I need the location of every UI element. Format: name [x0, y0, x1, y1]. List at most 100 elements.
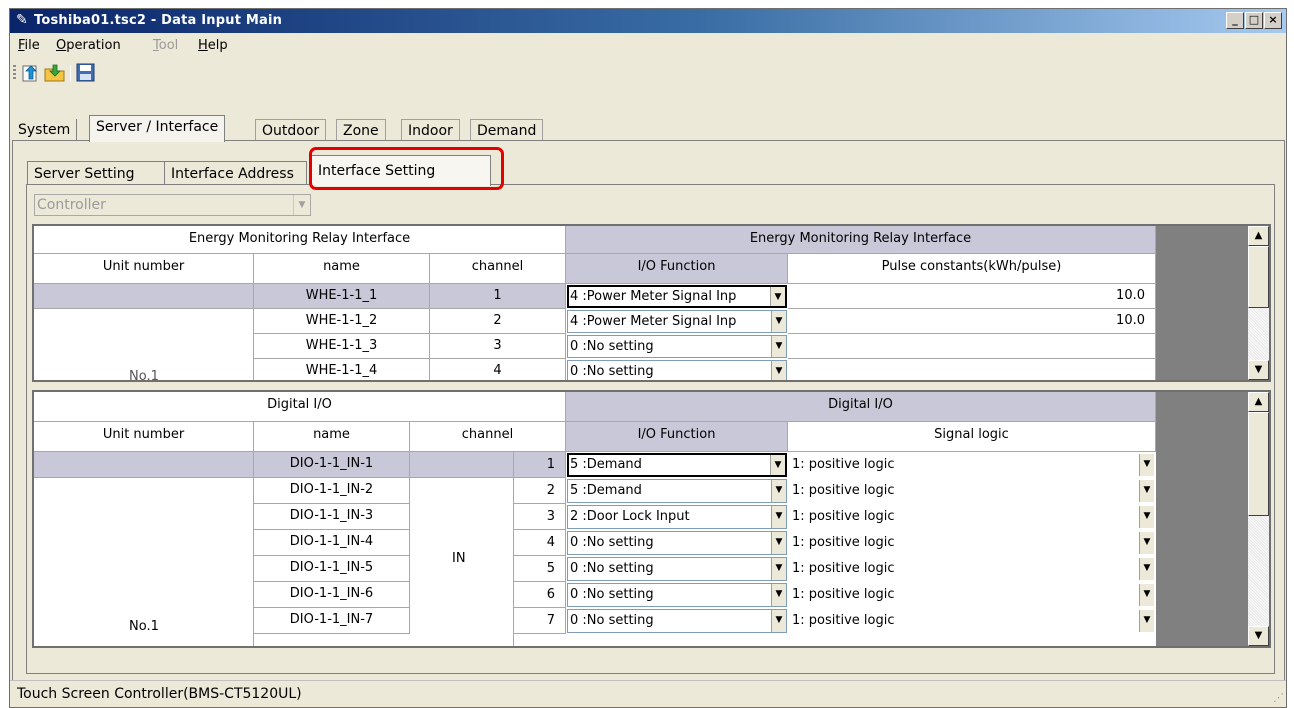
dio-col-unit: Unit number — [34, 422, 254, 452]
emri-io-select[interactable]: 0 :No setting ▼ — [567, 335, 787, 358]
emri-io-select[interactable]: 4 :Power Meter Signal Inp ▼ — [567, 310, 787, 333]
tab-server-interface[interactable]: Server / Interface — [89, 115, 226, 142]
dio-logic-select[interactable]: 1: positive logic ▼ — [789, 505, 1155, 529]
menu-help[interactable]: Help — [198, 38, 228, 53]
emri-left-header: Energy Monitoring Relay Interface — [34, 226, 566, 254]
dio-row-channel: 5 — [514, 556, 566, 582]
menu-tool[interactable]: Tool — [153, 38, 178, 53]
dio-grid: Digital I/O Digital I/O Unit number name… — [32, 390, 1271, 648]
dio-io-select[interactable]: 2 :Door Lock Input ▼ — [567, 505, 787, 529]
emri-io-select[interactable]: 4 :Power Meter Signal Inp ▼ — [567, 285, 787, 308]
scroll-thumb[interactable] — [1248, 246, 1269, 308]
dio-logic-select[interactable]: 1: positive logic ▼ — [789, 479, 1155, 503]
chevron-down-icon[interactable]: ▼ — [770, 287, 785, 306]
chevron-down-icon[interactable]: ▼ — [1139, 558, 1154, 580]
emri-col-channel: channel — [430, 254, 566, 284]
tab-interface-setting[interactable]: Interface Setting — [311, 155, 491, 186]
emri-row-name: WHE-1-1_4 — [254, 359, 430, 380]
chevron-down-icon[interactable]: ▼ — [1139, 480, 1154, 502]
emri-io-select[interactable]: 0 :No setting ▼ — [567, 360, 787, 380]
dio-io-select[interactable]: 5 :Demand ▼ — [567, 479, 787, 503]
chevron-down-icon[interactable]: ▼ — [771, 584, 786, 606]
dio-col-io: I/O Function — [566, 422, 788, 452]
main-tab-strip: System Server / Interface Outdoor Zone I… — [10, 115, 1286, 142]
scroll-thumb[interactable] — [1248, 412, 1269, 516]
chevron-down-icon[interactable]: ▼ — [771, 532, 786, 554]
menu-file[interactable]: File — [18, 38, 40, 53]
emri-col-name: name — [254, 254, 430, 284]
chevron-down-icon[interactable]: ▼ — [1139, 584, 1154, 606]
scroll-down-icon[interactable]: ▼ — [1248, 626, 1269, 646]
chevron-down-icon[interactable]: ▼ — [771, 480, 786, 502]
emri-pulse-input[interactable]: 10.0 — [788, 284, 1156, 309]
emri-row-channel: 1 — [430, 284, 566, 309]
dio-io-select[interactable]: 0 :No setting ▼ — [567, 583, 787, 607]
dio-col-logic: Signal logic — [788, 422, 1156, 452]
tab-server-setting[interactable]: Server Setting — [27, 161, 165, 185]
chevron-down-icon[interactable]: ▼ — [771, 506, 786, 528]
tab-outdoor[interactable]: Outdoor — [255, 119, 327, 141]
tab-indoor[interactable]: Indoor — [401, 119, 460, 141]
minimize-button[interactable]: _ — [1226, 12, 1244, 29]
chevron-down-icon[interactable]: ▼ — [770, 455, 785, 475]
dio-scrollbar[interactable]: ▲ ▼ — [1248, 392, 1269, 646]
resize-grip-icon[interactable]: ⋰ — [1273, 691, 1284, 704]
emri-pulse-input[interactable] — [788, 334, 1156, 359]
dio-col-channel: channel — [410, 422, 566, 452]
chevron-down-icon[interactable]: ▼ — [1139, 532, 1154, 554]
floppy-save-icon[interactable] — [75, 63, 97, 83]
dio-io-select[interactable]: 0 :No setting ▼ — [567, 531, 787, 555]
tab-system[interactable]: System — [12, 119, 78, 141]
grid-empty-area — [1156, 226, 1248, 380]
dio-row-name: DIO-1-1_IN-1 — [254, 452, 410, 478]
emri-pulse-input[interactable]: 10.0 — [788, 309, 1156, 334]
chevron-down-icon[interactable]: ▼ — [293, 195, 310, 215]
tab-interface-address[interactable]: Interface Address — [164, 161, 307, 185]
chevron-down-icon[interactable]: ▼ — [771, 558, 786, 580]
dio-unit-label: No.1 — [129, 619, 159, 634]
dio-io-select[interactable]: 0 :No setting ▼ — [567, 557, 787, 581]
dio-row-channel: 4 — [514, 530, 566, 556]
dio-logic-select[interactable]: 1: positive logic ▼ — [789, 453, 1155, 477]
emri-row-name: WHE-1-1_2 — [254, 309, 430, 334]
menu-operation[interactable]: Operation — [56, 38, 121, 53]
dio-logic-select[interactable]: 1: positive logic ▼ — [789, 531, 1155, 555]
window-title: Toshiba01.tsc2 - Data Input Main — [34, 13, 283, 28]
dio-io-select[interactable]: 0 :No setting ▼ — [567, 609, 787, 633]
chevron-down-icon[interactable]: ▼ — [771, 311, 786, 332]
chevron-down-icon[interactable]: ▼ — [771, 361, 786, 380]
dio-io-select[interactable]: 5 :Demand ▼ — [567, 453, 787, 477]
scroll-up-icon[interactable]: ▲ — [1248, 392, 1269, 412]
grid-empty-area — [1156, 392, 1248, 646]
title-bar[interactable]: ✎ Toshiba01.tsc2 - Data Input Main _ □ × — [10, 9, 1286, 33]
tab-zone[interactable]: Zone — [336, 119, 386, 141]
dio-right-header: Digital I/O — [566, 392, 1156, 422]
emri-scrollbar[interactable]: ▲ ▼ — [1248, 226, 1269, 380]
toolbar — [10, 59, 1286, 87]
emri-pulse-input[interactable] — [788, 359, 1156, 380]
scroll-up-icon[interactable]: ▲ — [1248, 226, 1269, 246]
toolbar-grip[interactable] — [13, 65, 16, 81]
dio-logic-select[interactable]: 1: positive logic ▼ — [789, 583, 1155, 607]
folder-import-icon[interactable] — [44, 63, 66, 83]
open-folder-arrow-icon[interactable] — [20, 63, 42, 83]
chevron-down-icon[interactable]: ▼ — [1139, 506, 1154, 528]
dio-row-channel: 2 — [514, 478, 566, 504]
dio-group-label: IN — [452, 551, 466, 566]
emri-row-channel: 3 — [430, 334, 566, 359]
controller-combo[interactable]: Controller ▼ — [34, 194, 311, 216]
emri-row-name: WHE-1-1_3 — [254, 334, 430, 359]
chevron-down-icon[interactable]: ▼ — [771, 336, 786, 357]
tab-demand[interactable]: Demand — [470, 119, 544, 141]
chevron-down-icon[interactable]: ▼ — [1139, 454, 1154, 476]
emri-col-pulse: Pulse constants(kWh/pulse) — [788, 254, 1156, 284]
dio-logic-select[interactable]: 1: positive logic ▼ — [789, 557, 1155, 581]
close-button[interactable]: × — [1264, 12, 1282, 29]
emri-unit-cell: No.1 — [34, 309, 254, 380]
dio-row-channel: 7 — [514, 608, 566, 634]
dio-logic-select[interactable]: 1: positive logic ▼ — [789, 609, 1155, 633]
scroll-down-icon[interactable]: ▼ — [1248, 360, 1269, 380]
maximize-button[interactable]: □ — [1245, 12, 1263, 29]
chevron-down-icon[interactable]: ▼ — [771, 610, 786, 632]
chevron-down-icon[interactable]: ▼ — [1139, 610, 1154, 632]
